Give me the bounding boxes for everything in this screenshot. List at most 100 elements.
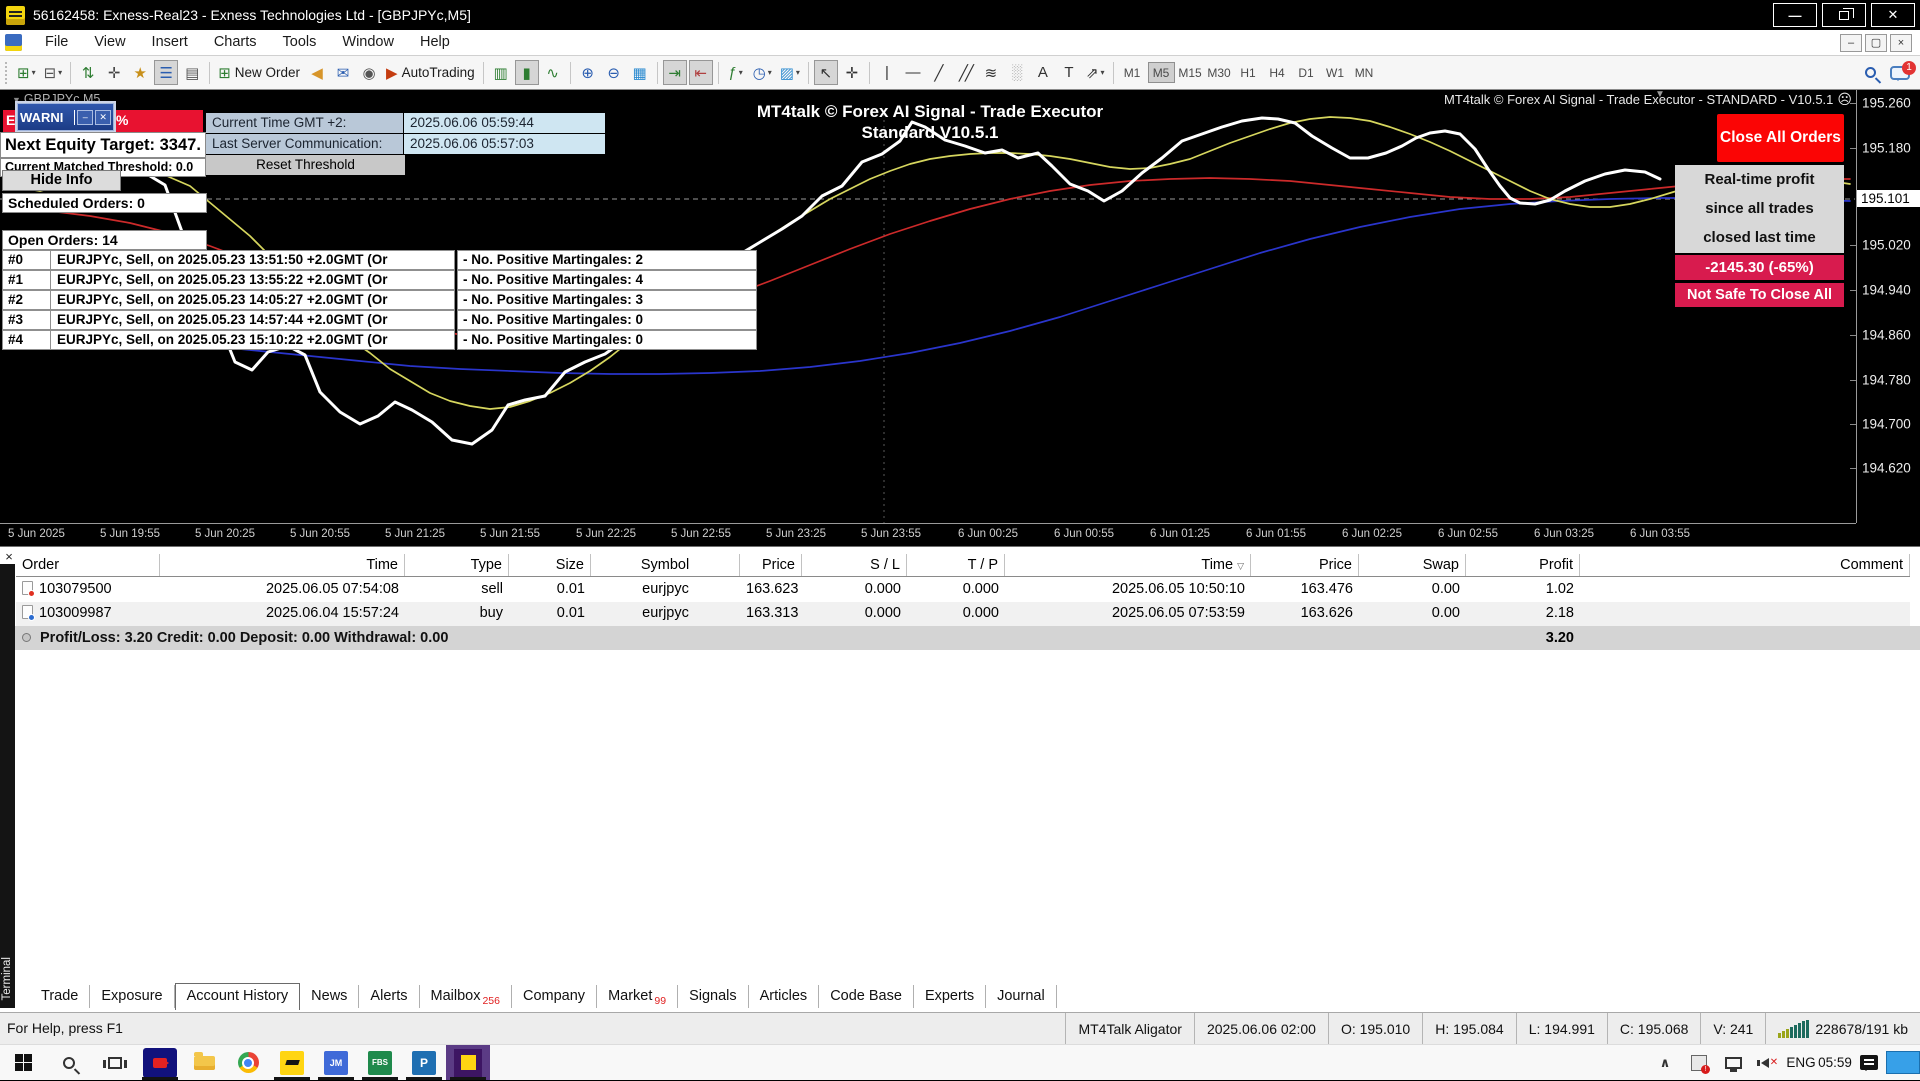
menu-item-file[interactable]: File — [32, 34, 81, 50]
sad-face-icon[interactable]: ☹ — [1837, 91, 1852, 107]
record-icon[interactable]: ◉ — [357, 60, 381, 85]
autotrading-icon[interactable]: ▶ AutoTrading — [383, 60, 478, 85]
tab-company[interactable]: Company — [512, 985, 598, 1008]
show-desktop-button[interactable] — [1886, 1045, 1920, 1081]
tab-exposure[interactable]: Exposure — [90, 985, 175, 1008]
reset-threshold-button[interactable]: Reset Threshold — [206, 155, 405, 175]
tab-code-base[interactable]: Code Base — [819, 985, 914, 1008]
jm-app-icon[interactable]: JM — [314, 1045, 358, 1080]
close-all-orders-button[interactable]: Close All Orders — [1717, 114, 1844, 162]
new-chart-icon[interactable]: ⊞ ▾ — [14, 60, 39, 85]
table-row[interactable]: 103009987 2025.06.04 15:57:24 buy 0.01 eurjp… — [16, 602, 1910, 626]
menu-item-view[interactable]: View — [81, 34, 138, 50]
table-row[interactable]: 103079500 2025.06.05 07:54:08 sell 0.01 eurj… — [16, 578, 1910, 602]
file-explorer-icon[interactable] — [182, 1045, 226, 1080]
notifications-icon[interactable]: 1 — [1890, 60, 1916, 81]
column-header-comment[interactable]: Comment — [1580, 554, 1910, 576]
menu-item-help[interactable]: Help — [407, 34, 463, 50]
timeframe-h1[interactable]: H1 — [1235, 62, 1262, 83]
chart-profiles-icon[interactable]: ⊟ ▾ — [41, 60, 66, 85]
zoom-in-icon[interactable]: ⊕ — [576, 60, 600, 85]
fbs-app-icon[interactable]: FBS — [358, 1045, 402, 1080]
tab-signals[interactable]: Signals — [678, 985, 749, 1008]
toolbar-search-icon[interactable] — [1865, 67, 1876, 78]
crosshair-icon[interactable]: ✛ — [840, 60, 864, 85]
dropdown-arrow-icon[interactable]: ▾ — [739, 68, 743, 77]
language-indicator[interactable]: ENG — [1784, 1045, 1818, 1081]
tab-account-history[interactable]: Account History — [174, 983, 301, 1010]
hide-info-button[interactable]: Hide Info — [2, 170, 121, 191]
minimize-icon[interactable]: — — [1773, 3, 1817, 27]
terminal-close-icon[interactable]: × — [3, 549, 15, 564]
time-axis[interactable]: 5 Jun 2025 5 Jun 19:55 5 Jun 20:25 5 Jun 20… — [0, 523, 1856, 546]
chart-area[interactable]: 5 Jun 2025 5 Jun 19:55 5 Jun 20:25 5 Jun 20… — [0, 89, 1920, 546]
bar-chart-icon[interactable]: ▥ — [489, 60, 513, 85]
candlestick-chart-icon[interactable]: ▮ — [514, 60, 539, 85]
label-icon[interactable]: T — [1057, 60, 1081, 85]
cursor-icon[interactable]: ↖ — [813, 60, 838, 85]
start-button[interactable] — [0, 1045, 46, 1080]
templates-icon[interactable]: ▨ ▾ — [777, 60, 803, 85]
timeframe-mn[interactable]: MN — [1351, 62, 1378, 83]
zoom-out-icon[interactable]: ⊖ — [602, 60, 626, 85]
timeframe-m1[interactable]: M1 — [1119, 62, 1146, 83]
column-header-profit[interactable]: Profit — [1466, 554, 1580, 576]
warning-minimize-icon[interactable]: – — [77, 109, 94, 125]
timeframe-m5[interactable]: M5 — [1147, 62, 1175, 83]
tray-expand-button[interactable]: ∧ — [1648, 1045, 1682, 1081]
grid-icon[interactable]: ░ — [1005, 60, 1029, 85]
new-order-icon[interactable]: ⊞ New Order — [215, 60, 303, 85]
timeframe-m30[interactable]: M30 — [1206, 62, 1233, 83]
exness-app-icon[interactable] — [270, 1045, 314, 1080]
mailbox-icon[interactable]: ✉ — [331, 60, 355, 85]
horizontal-line-icon[interactable]: — — [901, 60, 925, 85]
timeframe-h4[interactable]: H4 — [1264, 62, 1291, 83]
tab-articles[interactable]: Articles — [749, 985, 820, 1008]
volume-button[interactable]: ✕ — [1750, 1045, 1784, 1081]
column-header-price[interactable]: Price — [740, 554, 802, 576]
column-header-tp[interactable]: T / P — [907, 554, 1005, 576]
taskbar-clock[interactable]: 05:59 — [1818, 1045, 1852, 1081]
dropdown-arrow-icon[interactable]: ▾ — [796, 68, 800, 77]
tab-trade[interactable]: Trade — [30, 985, 91, 1008]
trendline-icon[interactable]: ╱ — [927, 60, 951, 85]
arrows-icon[interactable]: ⇗ ▾ — [1083, 60, 1108, 85]
tab-market[interactable]: Market 99 — [597, 985, 679, 1008]
chart-restore-icon[interactable]: ▢ — [1865, 33, 1887, 52]
close-icon[interactable]: ✕ — [1871, 3, 1915, 27]
p-app-icon[interactable]: P — [402, 1045, 446, 1080]
column-header-order[interactable]: Order — [16, 554, 160, 576]
column-header-price[interactable]: Price — [1251, 554, 1359, 576]
timeframe-m15[interactable]: M15 — [1177, 62, 1204, 83]
periods-icon[interactable]: ◷ ▾ — [750, 60, 775, 85]
network-status-button[interactable] — [1716, 1045, 1750, 1081]
tab-mailbox[interactable]: Mailbox 256 — [420, 985, 512, 1008]
timeframe-d1[interactable]: D1 — [1293, 62, 1320, 83]
tray-app-button[interactable]: ! — [1682, 1045, 1716, 1081]
tab-journal[interactable]: Journal — [986, 985, 1057, 1008]
market-watch-icon[interactable]: ☰ — [154, 60, 179, 85]
menu-item-insert[interactable]: Insert — [139, 34, 201, 50]
column-header-size[interactable]: Size — [509, 554, 591, 576]
dropdown-arrow-icon[interactable]: ▾ — [32, 68, 36, 77]
tab-experts[interactable]: Experts — [914, 985, 987, 1008]
favorites-folder-icon[interactable]: ★ — [128, 60, 152, 85]
auto-scroll-icon[interactable]: ⇥ — [662, 60, 687, 85]
indicators-icon[interactable]: ƒ ▾ — [724, 60, 748, 85]
recorder-app-icon[interactable] — [138, 1045, 182, 1080]
tick-chart-icon[interactable]: ⇅ — [76, 60, 100, 85]
crosshair-compass-icon[interactable]: ✛ — [102, 60, 126, 85]
action-center-button[interactable] — [1852, 1045, 1886, 1081]
channel-icon[interactable]: ╱╱ — [953, 60, 977, 85]
text-icon[interactable]: A — [1031, 60, 1055, 85]
column-header-swap[interactable]: Swap — [1359, 554, 1466, 576]
restore-icon[interactable] — [1822, 3, 1866, 27]
vertical-line-icon[interactable]: | — [875, 60, 899, 85]
tile-windows-icon[interactable]: ▦ — [628, 60, 652, 85]
warning-close-icon[interactable]: ✕ — [95, 109, 111, 125]
chart-minimize-icon[interactable]: – — [1840, 33, 1862, 52]
dropdown-arrow-icon[interactable]: ▾ — [768, 68, 772, 77]
chart-close-icon[interactable]: × — [1890, 33, 1912, 52]
chart-shift-icon[interactable]: ⇤ — [688, 60, 713, 85]
line-chart-icon[interactable]: ∿ — [541, 60, 565, 85]
